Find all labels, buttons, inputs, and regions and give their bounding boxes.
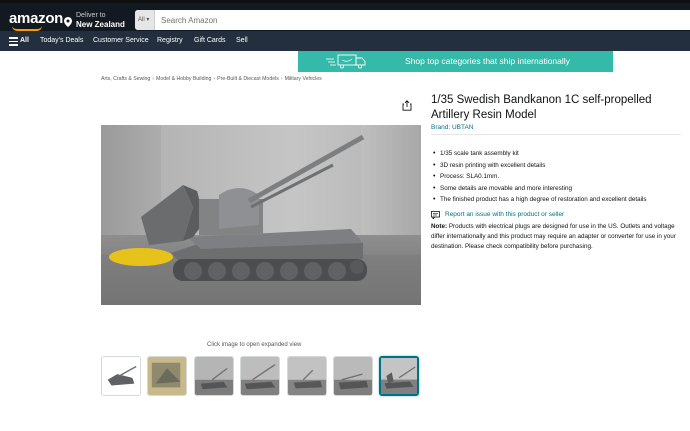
location-pin-icon <box>64 17 72 27</box>
electrical-note: Note: Products with electrical plugs are… <box>431 222 686 252</box>
note-label: Note: <box>431 223 448 230</box>
thumbnail-3[interactable] <box>194 356 234 396</box>
search-bar: All ▾ <box>135 10 690 30</box>
hamburger-menu-icon[interactable] <box>9 37 18 46</box>
thumbnail-6[interactable] <box>333 356 373 396</box>
thumbnail-7-selected[interactable] <box>379 356 419 396</box>
feature-bullet: Some details are movable and more intere… <box>433 183 688 195</box>
feature-bullets: 1/35 scale tank assembly kit 3D resin pr… <box>433 148 688 206</box>
breadcrumb-separator: › <box>213 76 216 82</box>
thumbnail-1[interactable] <box>101 356 141 396</box>
note-text: Products with electrical plugs are desig… <box>431 223 676 250</box>
feature-bullet: 1/35 scale tank assembly kit <box>433 148 688 160</box>
search-input[interactable] <box>157 10 677 30</box>
report-flag-icon <box>431 211 440 219</box>
tank-model-photo <box>101 125 421 305</box>
breadcrumb-separator: › <box>280 76 283 82</box>
amazon-logo[interactable]: amazon <box>9 10 63 27</box>
report-issue-text: Report an issue with this product or sel… <box>445 211 565 218</box>
thumbnail-5[interactable] <box>287 356 327 396</box>
brand-link[interactable]: Brand: UBTAN <box>431 124 474 131</box>
breadcrumb-item[interactable]: Arts, Crafts & Sewing <box>101 76 150 82</box>
delivery-truck-icon <box>326 54 366 69</box>
nav-gift-cards[interactable]: Gift Cards <box>194 31 226 51</box>
promo-text: Shop top categories that ship internatio… <box>405 56 570 66</box>
search-category-select[interactable]: All ▾ <box>135 10 155 30</box>
nav-todays-deals[interactable]: Today's Deals <box>40 31 83 51</box>
nav-sell[interactable]: Sell <box>236 31 248 51</box>
breadcrumb-separator: › <box>152 76 155 82</box>
top-header: amazon Deliver to New Zealand All ▾ <box>0 0 690 31</box>
breadcrumb-item[interactable]: Model & Hobby Building <box>156 76 211 82</box>
click-to-expand-hint: Click image to open expanded view <box>207 342 302 348</box>
thumbnail-2[interactable] <box>147 356 187 396</box>
thumbnail-4[interactable] <box>240 356 280 396</box>
main-product-image[interactable] <box>101 125 421 305</box>
nav-registry[interactable]: Registry <box>157 31 183 51</box>
deliver-country: New Zealand <box>76 20 125 29</box>
nav-bar: All Today's Deals Customer Service Regis… <box>0 31 690 51</box>
search-category-label: All <box>138 17 145 23</box>
breadcrumb-item[interactable]: Military Vehicles <box>285 76 322 82</box>
breadcrumb-item[interactable]: Pre-Built & Diecast Models <box>217 76 279 82</box>
divider <box>431 134 681 135</box>
feature-bullet: 3D resin printing with excellent details <box>433 160 688 172</box>
nav-all[interactable]: All <box>20 31 29 51</box>
share-icon[interactable] <box>402 100 412 111</box>
breadcrumb: Arts, Crafts & Sewing › Model & Hobby Buil… <box>101 76 322 82</box>
deliver-label: Deliver to <box>76 12 106 19</box>
product-title: 1/35 Swedish Bandkanon 1C self-propelled… <box>431 94 652 121</box>
nav-customer-service[interactable]: Customer Service <box>93 31 149 51</box>
international-shipping-banner[interactable]: Shop top categories that ship internatio… <box>298 51 613 72</box>
feature-bullet: The finished product has a high degree o… <box>433 194 688 206</box>
feature-bullet: Process: SLA0.1mm. <box>433 171 688 183</box>
